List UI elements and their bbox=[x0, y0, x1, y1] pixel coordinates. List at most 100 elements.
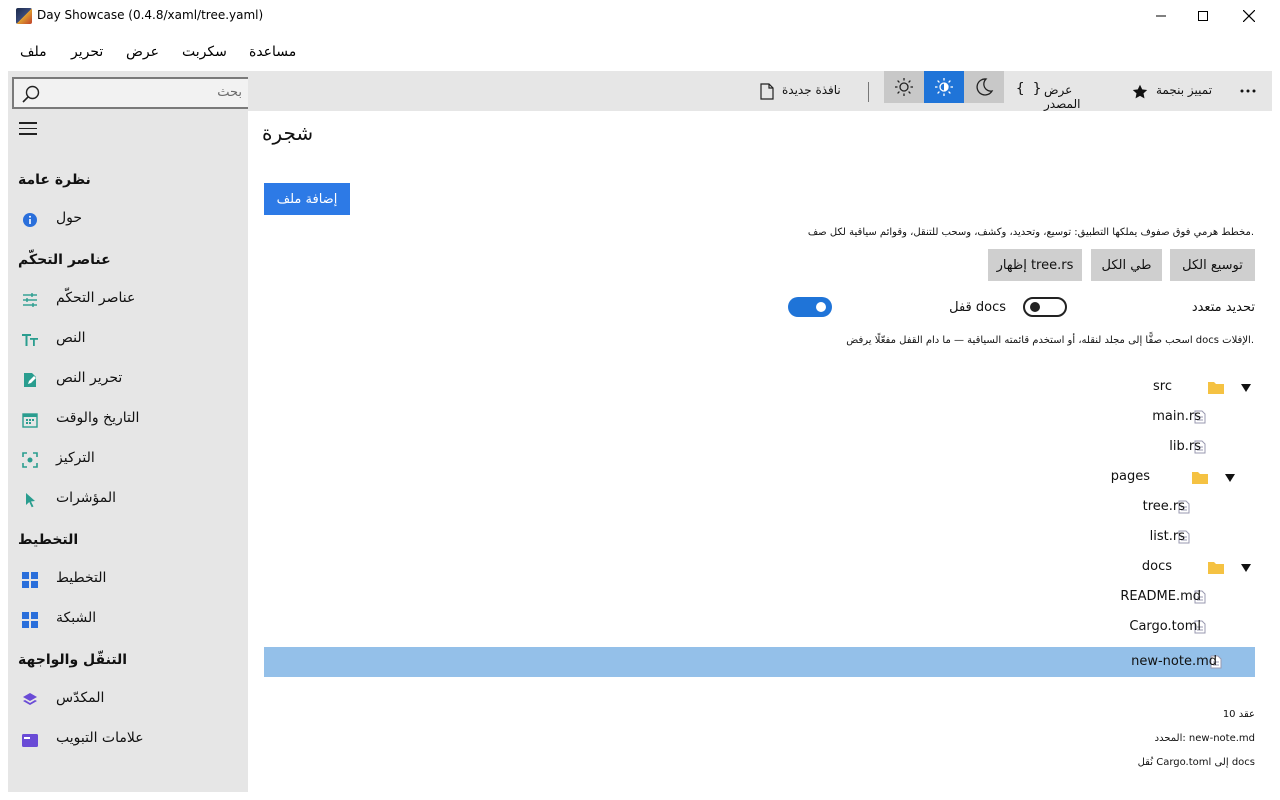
search-icon[interactable] bbox=[22, 85, 40, 103]
tree-row-cargo[interactable]: Cargo.toml bbox=[264, 612, 1255, 642]
menu-bar: مساعدة سكربت عرض تحرير ملف bbox=[0, 36, 1280, 68]
nav-item-label: التركيز bbox=[56, 450, 95, 466]
drag-hint: اسحب صفًّا إلى مجلد لنقله، أو استخدم قائ… bbox=[846, 335, 1254, 346]
menu-file[interactable]: ملف bbox=[20, 44, 47, 60]
tree-label: list.rs bbox=[1149, 529, 1185, 544]
text-icon bbox=[22, 334, 38, 346]
maximize-icon bbox=[1198, 11, 1208, 21]
brightness-icon bbox=[935, 78, 953, 96]
nav-item-label: النص bbox=[56, 330, 86, 346]
reveal-file-button[interactable]: إظهار tree.rs bbox=[988, 249, 1082, 281]
tree-label: Cargo.toml bbox=[1129, 619, 1201, 634]
toolbar-separator bbox=[868, 82, 869, 102]
menu-view[interactable]: عرض bbox=[126, 44, 159, 60]
tree-label: main.rs bbox=[1152, 409, 1201, 424]
title-bar: Day Showcase (0.4.8/xaml/tree.yaml) bbox=[0, 0, 1280, 32]
tree-label: README.md bbox=[1120, 589, 1201, 604]
multi-select-toggle[interactable] bbox=[1023, 297, 1067, 317]
tree-row-list-rs[interactable]: list.rs bbox=[264, 522, 1255, 552]
nav-item-controls[interactable]: عناصر التحكّم bbox=[8, 280, 248, 320]
layout-icon bbox=[22, 572, 38, 588]
star-label: تمييز بنجمة bbox=[1156, 83, 1213, 97]
nav-item-grid[interactable]: الشبكة bbox=[8, 600, 248, 640]
lock-docs-toggle[interactable] bbox=[788, 297, 832, 317]
section-navigation: التنقّل والواجهة bbox=[18, 652, 128, 668]
multi-select-label: تحديد متعدد bbox=[1191, 300, 1255, 315]
nav-item-label: علامات التبويب bbox=[56, 730, 144, 746]
new-document-icon bbox=[760, 83, 774, 100]
folder-icon bbox=[1192, 472, 1208, 484]
tree-label: tree.rs bbox=[1142, 499, 1185, 514]
sliders-icon bbox=[23, 293, 37, 307]
tree-row-lib-rs[interactable]: lib.rs bbox=[264, 432, 1255, 462]
focus-icon bbox=[22, 452, 38, 468]
tree-row-main-rs[interactable]: main.rs bbox=[264, 402, 1255, 432]
nav-item-label: الشبكة bbox=[56, 610, 97, 626]
nav-item-label: التخطيط bbox=[56, 570, 107, 586]
search-placeholder: بحث bbox=[217, 85, 242, 100]
new-window-button[interactable]: نافذة جديدة bbox=[752, 71, 852, 111]
menu-script[interactable]: سكربت bbox=[182, 44, 227, 60]
tree-row-pages[interactable]: pages bbox=[264, 462, 1255, 492]
tree-label: pages bbox=[1110, 469, 1150, 484]
nav-item-layout[interactable]: التخطيط bbox=[8, 560, 248, 600]
lock-docs-label: قفل docs bbox=[949, 300, 1006, 315]
maximize-button[interactable] bbox=[1180, 0, 1226, 32]
nav-item-tabs[interactable]: علامات التبويب bbox=[8, 720, 248, 760]
grid-icon bbox=[22, 612, 38, 628]
sun-icon bbox=[895, 78, 913, 96]
nav-item-label: عناصر التحكّم bbox=[56, 290, 136, 306]
toggle-knob bbox=[816, 302, 826, 312]
collapse-all-button[interactable]: طي الكل bbox=[1091, 249, 1162, 281]
section-overview: نظرة عامة bbox=[18, 172, 91, 188]
star-icon bbox=[1132, 84, 1148, 99]
node-count: 10 عقد bbox=[1222, 709, 1255, 720]
nav-item-datetime[interactable]: التاريخ والوقت bbox=[8, 400, 248, 440]
window-title: Day Showcase (0.4.8/xaml/tree.yaml) bbox=[37, 8, 264, 22]
more-options-button[interactable] bbox=[1234, 79, 1262, 103]
tree-row-tree-rs[interactable]: tree.rs bbox=[264, 492, 1255, 522]
star-button[interactable]: تمييز بنجمة bbox=[1128, 71, 1218, 111]
nav-item-focus[interactable]: التركيز bbox=[8, 440, 248, 480]
selected-status: المحدد: new-note.md bbox=[1154, 733, 1255, 744]
section-controls: عناصر التحكّم bbox=[18, 252, 111, 268]
close-window-button[interactable] bbox=[1226, 0, 1272, 32]
expand-all-button[interactable]: توسيع الكل bbox=[1170, 249, 1255, 281]
theme-dark-button[interactable] bbox=[964, 71, 1004, 103]
braces-icon: { } bbox=[1016, 81, 1042, 97]
app-icon bbox=[16, 8, 32, 24]
chevron-down-icon[interactable] bbox=[1240, 563, 1252, 573]
nav-item-label: التاريخ والوقت bbox=[56, 410, 140, 426]
nav-item-label: المؤشرات bbox=[56, 490, 117, 506]
menu-edit[interactable]: تحرير bbox=[71, 44, 103, 60]
nav-item-stack[interactable]: المكدّس bbox=[8, 680, 248, 720]
view-source-button[interactable]: { } عرض المصدر bbox=[1008, 71, 1112, 111]
chevron-down-icon[interactable] bbox=[1240, 383, 1252, 393]
tree-row-new-note[interactable]: new-note.md bbox=[264, 647, 1255, 677]
theme-auto-button[interactable] bbox=[924, 71, 964, 103]
tree-label: lib.rs bbox=[1169, 439, 1201, 454]
add-file-button[interactable]: إضافة ملف bbox=[264, 183, 350, 215]
view-source-label: عرض المصدر bbox=[1044, 83, 1081, 111]
nav-item-about[interactable]: حول bbox=[8, 200, 248, 240]
tree-row-readme[interactable]: README.md bbox=[264, 582, 1255, 612]
toolbar: نافذة جديدة { } عرض المصدر تمييز بنجمة bbox=[248, 71, 1272, 111]
sidebar: بحث نظرة عامة حول عناصر التحكّم عناصر ال… bbox=[8, 71, 252, 792]
nav-item-text-edit[interactable]: تحرير النص bbox=[8, 360, 248, 400]
nav-item-pointers[interactable]: المؤشرات bbox=[8, 480, 248, 520]
page-title: شجرة bbox=[262, 121, 314, 145]
pointer-icon bbox=[26, 493, 35, 508]
nav-item-text[interactable]: النص bbox=[8, 320, 248, 360]
chevron-down-icon[interactable] bbox=[1224, 473, 1236, 483]
nav-item-label: حول bbox=[56, 210, 83, 226]
tree-row-src[interactable]: src bbox=[264, 372, 1255, 402]
tree-row-docs[interactable]: docs bbox=[264, 552, 1255, 582]
theme-light-button[interactable] bbox=[884, 71, 924, 103]
search-input[interactable]: بحث bbox=[12, 77, 252, 109]
moon-icon bbox=[976, 78, 994, 96]
menu-help[interactable]: مساعدة bbox=[249, 44, 296, 60]
minimize-button[interactable] bbox=[1138, 0, 1184, 32]
folder-icon bbox=[1208, 382, 1224, 394]
calendar-icon bbox=[22, 413, 38, 428]
menu-toggle-icon[interactable] bbox=[19, 122, 37, 136]
